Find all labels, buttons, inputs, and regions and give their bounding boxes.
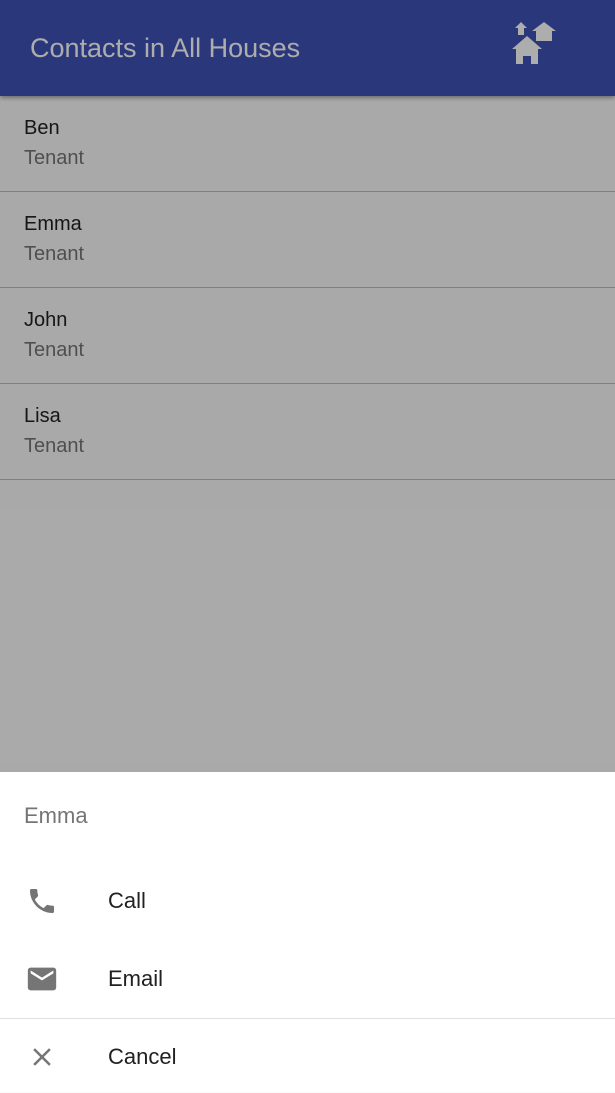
sheet-divider bbox=[0, 1018, 615, 1019]
email-label: Email bbox=[108, 966, 164, 991]
email-icon bbox=[24, 961, 60, 997]
cancel-button[interactable]: Cancel bbox=[0, 1021, 615, 1093]
cancel-label: Cancel bbox=[108, 1044, 177, 1069]
phone-icon bbox=[24, 883, 60, 919]
email-button[interactable]: Email bbox=[0, 943, 615, 1015]
sheet-title: Emma bbox=[24, 803, 88, 828]
call-label: Call bbox=[108, 888, 146, 913]
bottom-sheet: Emma Call Email Cancel bbox=[0, 772, 615, 1092]
call-button[interactable]: Call bbox=[0, 865, 615, 937]
app-screen: Contacts in All Houses Ben Tenant Emma T… bbox=[0, 0, 615, 1092]
close-icon bbox=[24, 1039, 60, 1075]
